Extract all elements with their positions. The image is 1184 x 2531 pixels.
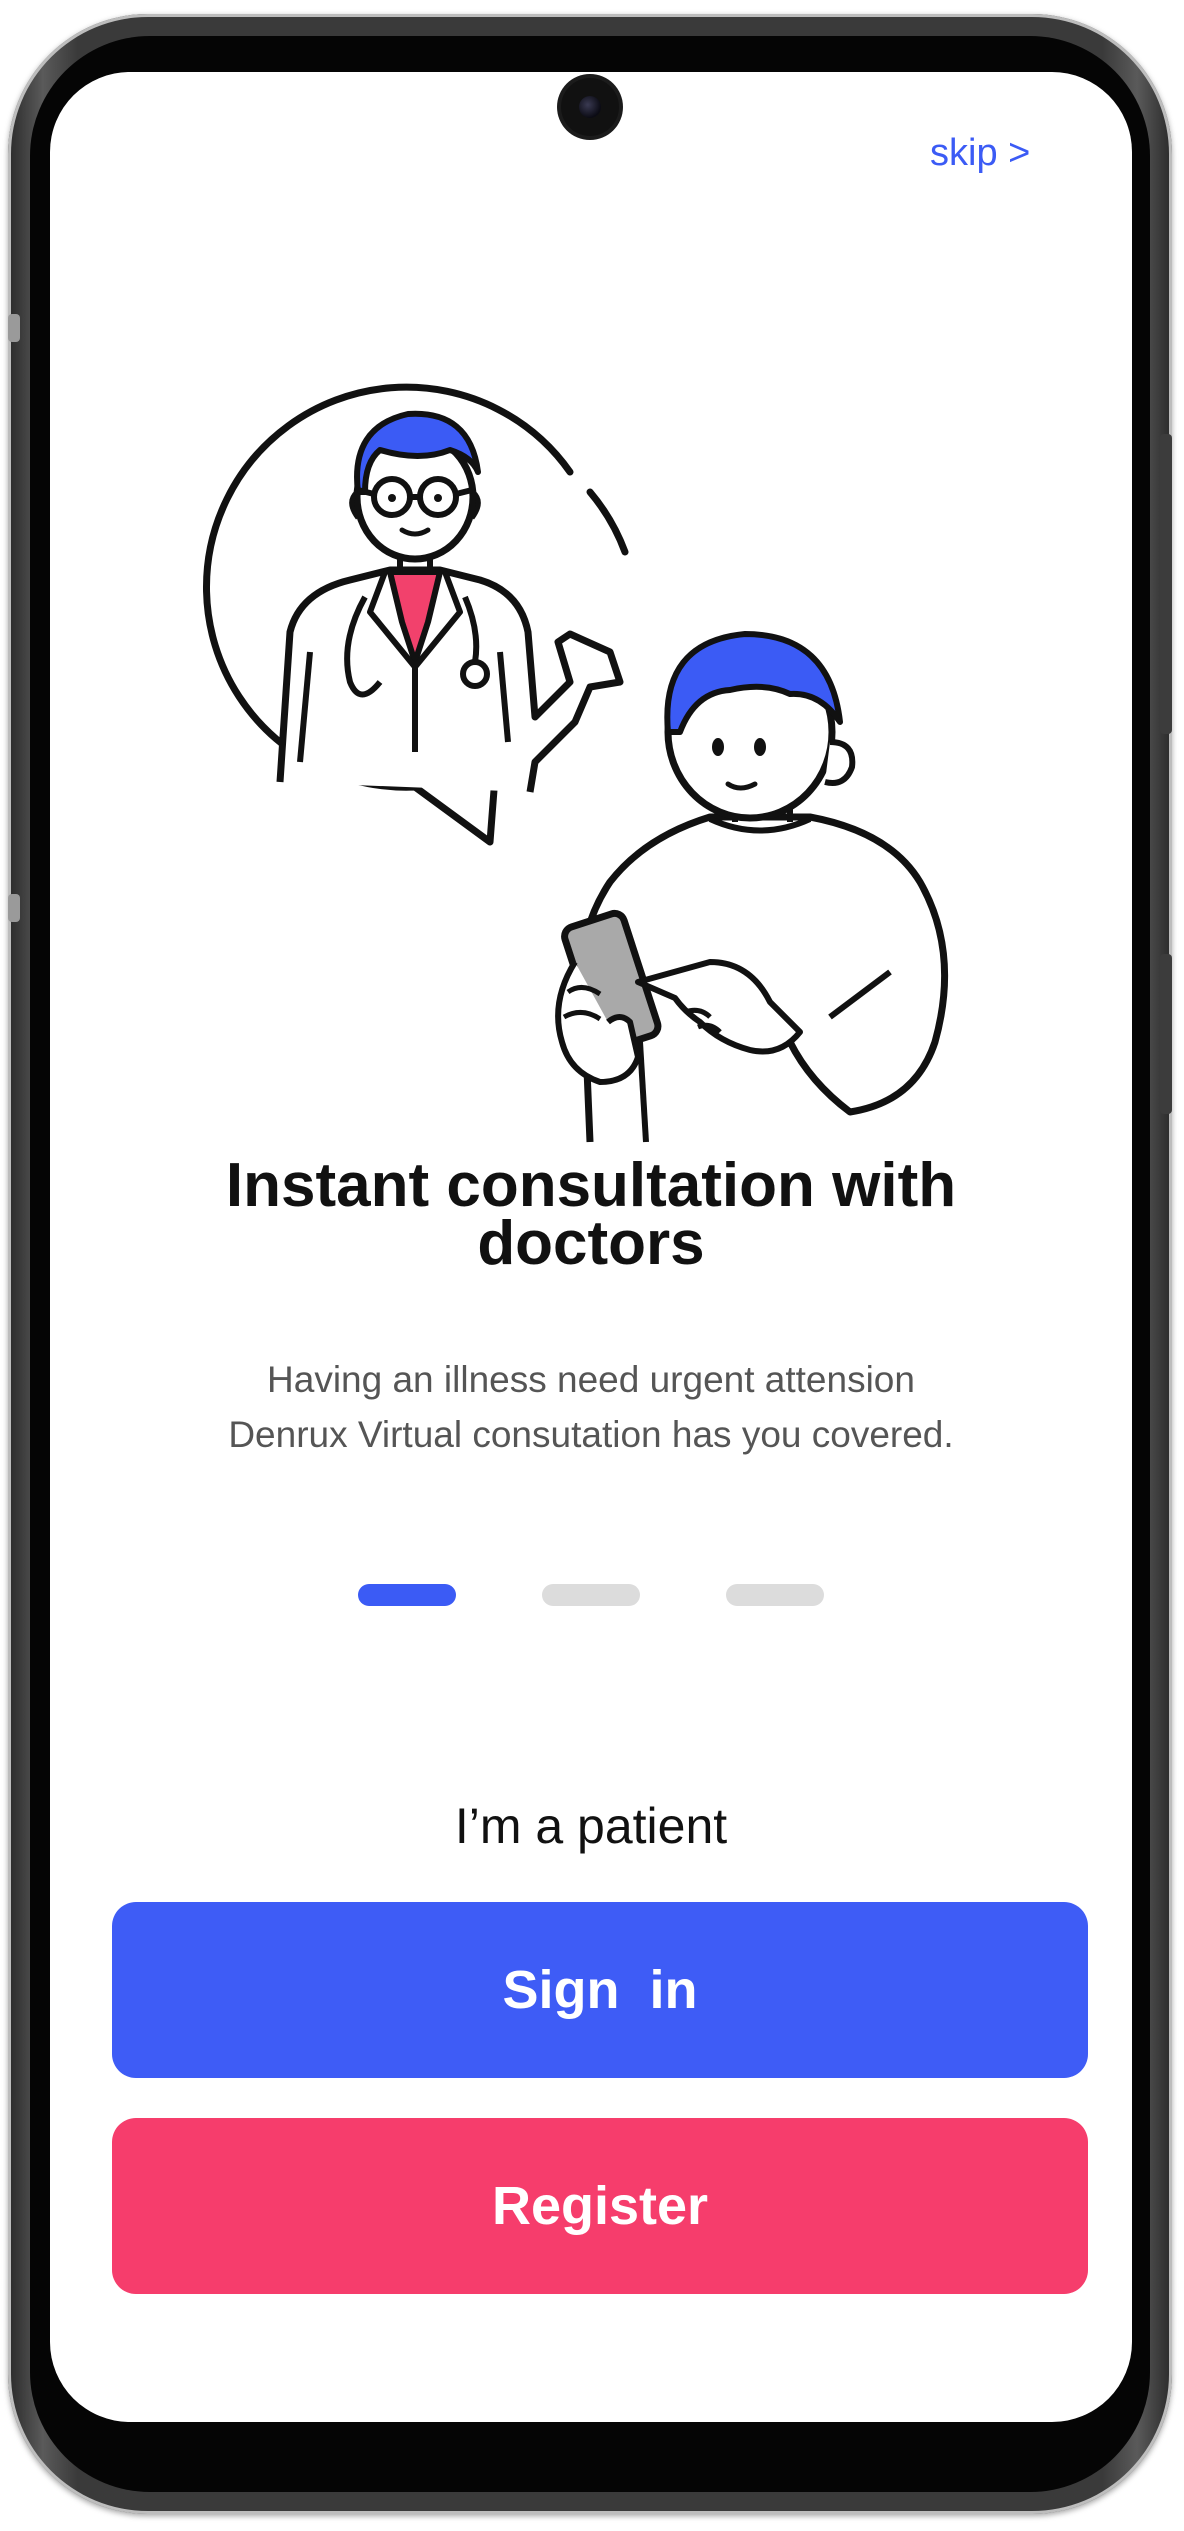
power-button <box>1160 954 1172 1114</box>
app-screen: skip > Instant consultation with doctors… <box>50 72 1132 2422</box>
page-indicator <box>358 1584 828 1606</box>
phone-side-button <box>8 314 20 342</box>
doctor-patient-illustration <box>203 383 949 1143</box>
patient-figure <box>555 631 949 1143</box>
front-camera <box>561 78 619 136</box>
phone-side-button <box>8 894 20 922</box>
onboarding-title: Instant consultation with doctors <box>225 1151 957 1278</box>
register-button[interactable]: Register <box>112 2118 1088 2294</box>
sign-in-button[interactable]: Sign in <box>112 1902 1088 2078</box>
page-indicator-dot[interactable] <box>726 1584 824 1606</box>
skip-link[interactable]: skip > <box>930 132 1030 175</box>
role-label: I’m a patient <box>454 1798 728 1854</box>
page-indicator-dot-active[interactable] <box>358 1584 456 1606</box>
onboarding-description: Having an illness need urgent attension … <box>228 1359 954 1455</box>
page-indicator-dot[interactable] <box>542 1584 640 1606</box>
volume-button <box>1160 434 1172 734</box>
